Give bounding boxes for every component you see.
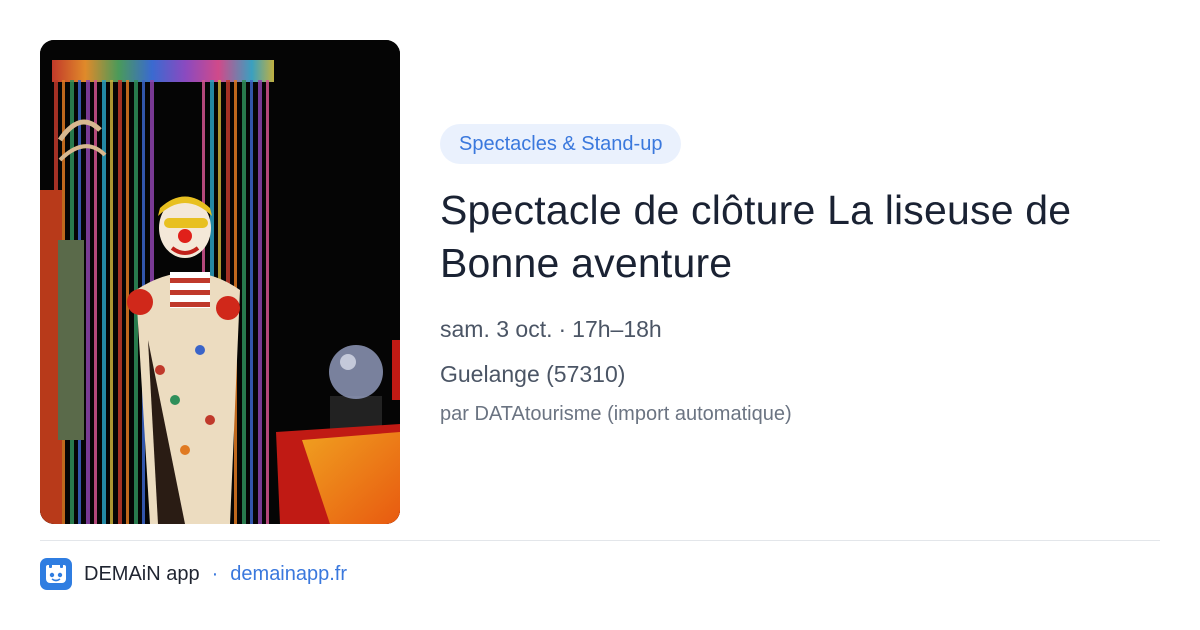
event-datetime: sam. 3 oct. · 17h–18h (440, 314, 1160, 344)
event-date: sam. 3 oct. (440, 316, 553, 342)
event-photo (40, 40, 400, 524)
clown-stage-image (40, 40, 400, 524)
site-link[interactable]: demainapp.fr (230, 563, 347, 586)
datetime-separator: · (558, 316, 567, 342)
event-info: Spectacles & Stand-up Spectacle de clôtu… (440, 124, 1160, 427)
event-meta: sam. 3 oct. · 17h–18h Guelange (57310) (440, 314, 1160, 389)
event-time: 17h–18h (572, 316, 662, 342)
app-name: DEMAiN app (84, 562, 200, 585)
event-title[interactable]: Spectacle de clôture La liseuse de Bonne… (440, 184, 1160, 290)
category-tag[interactable]: Spectacles & Stand-up (440, 124, 682, 164)
event-source: par DATAtourisme (import automatique) (440, 403, 792, 425)
footer-separator: · (211, 562, 219, 585)
footer: DEMAiN app · demainapp.fr (40, 558, 347, 590)
event-preview-card[interactable]: Spectacles & Stand-up Spectacle de clôtu… (0, 0, 1200, 630)
footer-divider (40, 540, 1160, 541)
event-location: Guelange (57310) (440, 361, 626, 387)
demain-app-logo-icon (40, 558, 72, 590)
